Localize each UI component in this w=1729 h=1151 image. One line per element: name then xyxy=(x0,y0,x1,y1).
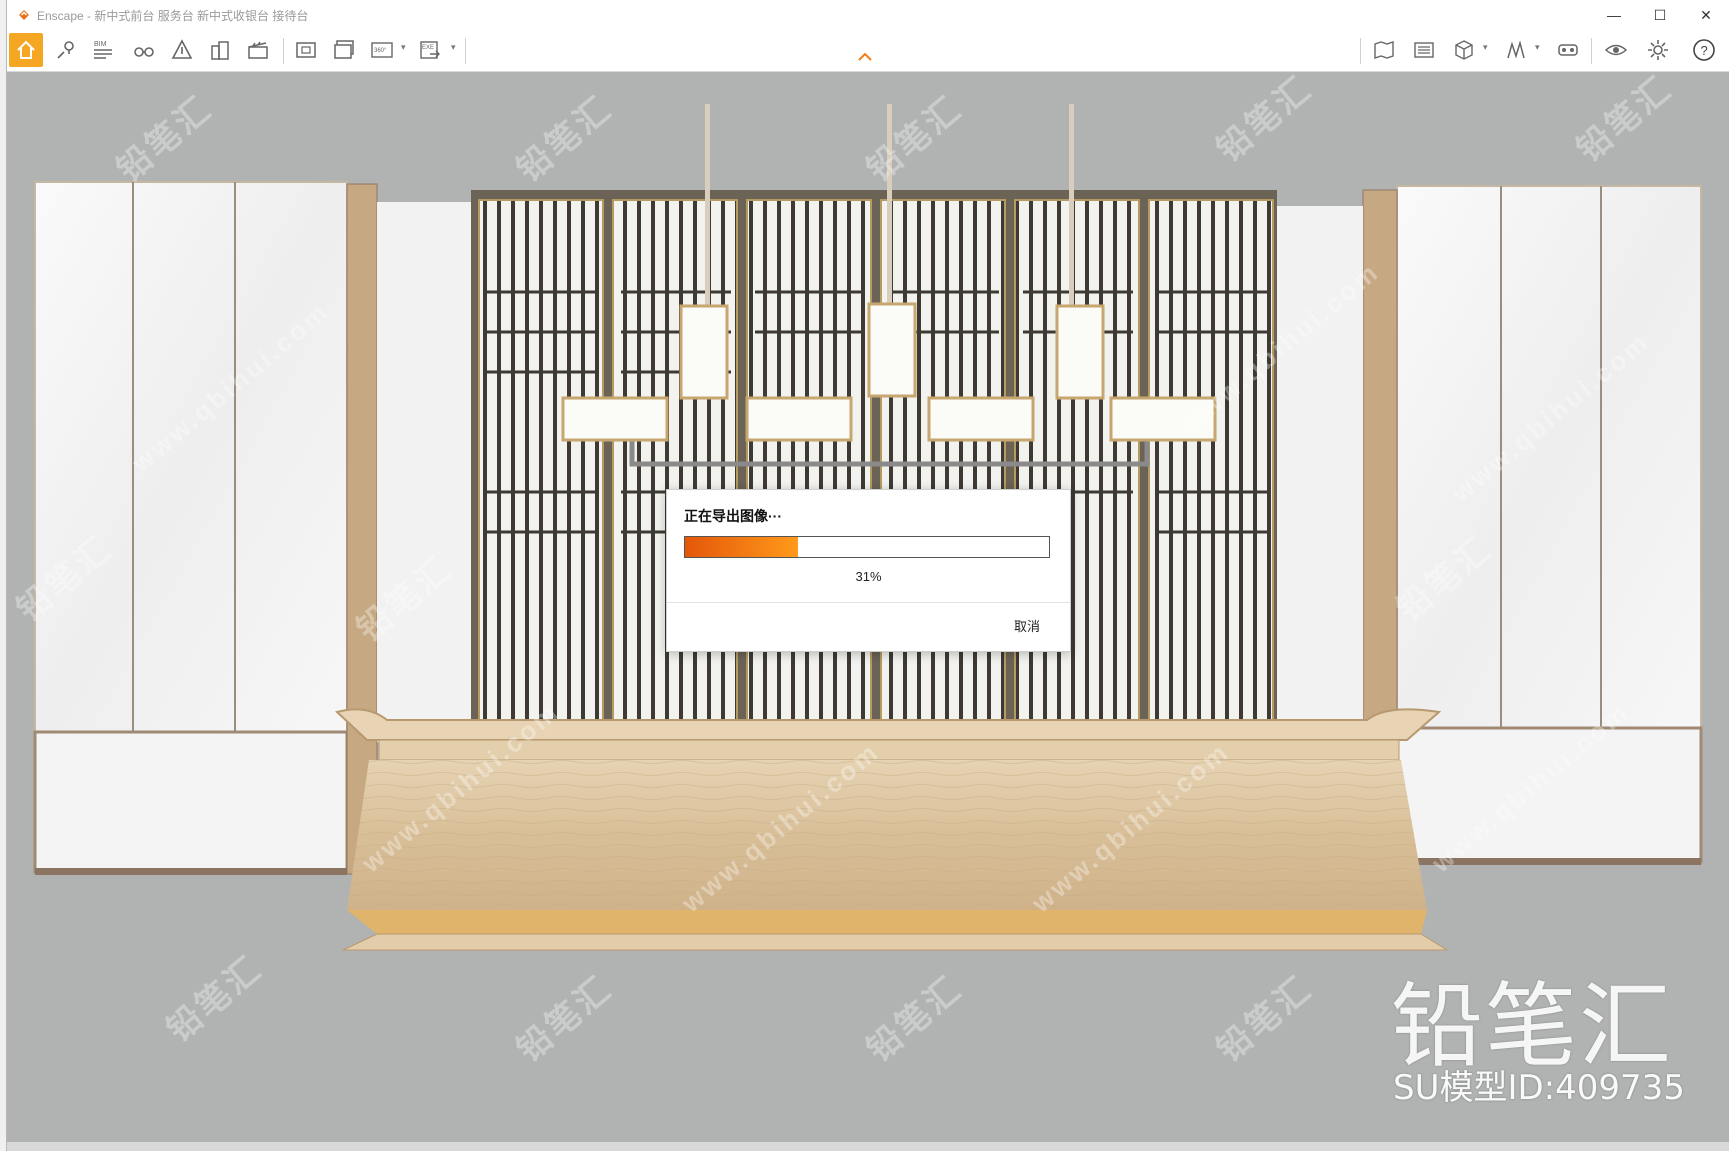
minimize-button[interactable]: — xyxy=(1591,0,1637,30)
settings-button[interactable] xyxy=(1641,33,1675,67)
main-toolbar: BIM 360° ▾ EXE ▾ ▾ ▾ ? xyxy=(7,30,1729,72)
svg-text:EXE: EXE xyxy=(422,45,434,51)
toolbar-separator xyxy=(465,38,466,64)
sketch-button[interactable] xyxy=(1499,33,1533,67)
window-title: Enscape - 新中式前台 服务台 新中式收银台 接待台 xyxy=(37,8,309,23)
views-button[interactable] xyxy=(49,33,83,67)
binoculars-icon xyxy=(134,47,154,57)
sketch-dropdown-caret[interactable]: ▾ xyxy=(1535,42,1540,53)
bim-icon: BIM xyxy=(94,41,112,59)
toolbar-separator xyxy=(1591,38,1592,64)
window-bottom-edge xyxy=(7,1142,1729,1151)
clapperboard-icon xyxy=(248,41,268,59)
export-exe-icon: EXE xyxy=(420,41,440,59)
video-editor-button[interactable] xyxy=(241,33,275,67)
asset-library-button[interactable] xyxy=(1447,33,1481,67)
title-bar: Enscape - 新中式前台 服务台 新中式收银台 接待台 — ☐ ✕ xyxy=(7,0,1729,30)
visual-settings-icon xyxy=(1414,42,1434,58)
asset-dropdown-caret[interactable]: ▾ xyxy=(1483,42,1488,53)
help-icon: ? xyxy=(1693,39,1715,61)
orbit-button[interactable] xyxy=(127,33,161,67)
model-id-label: SU模型ID:409735 xyxy=(1393,1068,1685,1108)
batch-render-button[interactable] xyxy=(327,33,361,67)
close-button[interactable]: ✕ xyxy=(1683,0,1729,30)
batch-render-icon xyxy=(334,40,354,59)
export-dropdown-caret[interactable]: ▾ xyxy=(451,42,456,53)
eye-icon xyxy=(1604,44,1628,56)
collapse-toolbar-chevron-icon[interactable] xyxy=(857,52,873,62)
window-controls: — ☐ ✕ xyxy=(1591,0,1729,30)
screenshot-button[interactable] xyxy=(289,33,323,67)
export-progress-dialog: 正在导出图像··· 31% 取消 xyxy=(666,489,1071,652)
export-progress-bar xyxy=(684,536,1050,558)
cancel-button[interactable]: 取消 xyxy=(1014,616,1040,635)
screenshot-icon xyxy=(296,42,316,58)
material-editor-button[interactable] xyxy=(1367,33,1401,67)
buildings-icon xyxy=(211,41,229,60)
dialog-divider xyxy=(667,602,1070,603)
enscape-logo-icon xyxy=(19,10,29,20)
svg-text:BIM: BIM xyxy=(94,41,107,48)
progress-percent: 31% xyxy=(855,569,882,584)
toolbar-separator xyxy=(283,38,284,64)
panorama-dropdown-caret[interactable]: ▾ xyxy=(401,42,406,53)
progress-fill xyxy=(685,537,798,557)
sketch-icon xyxy=(1507,40,1525,59)
svg-text:?: ? xyxy=(1701,43,1708,58)
buildings-button[interactable] xyxy=(203,33,237,67)
home-button[interactable] xyxy=(9,33,43,67)
panorama-button[interactable]: 360° xyxy=(365,33,399,67)
toolbar-separator xyxy=(1360,38,1361,64)
asset-library-icon xyxy=(1455,40,1473,60)
panorama-icon: 360° xyxy=(371,42,393,58)
visual-settings-button[interactable] xyxy=(1407,33,1441,67)
atmosphere-button[interactable] xyxy=(165,33,199,67)
bim-button[interactable]: BIM xyxy=(87,33,121,67)
enscape-window: Enscape - 新中式前台 服务台 新中式收银台 接待台 — ☐ ✕ BIM xyxy=(6,0,1729,1151)
material-editor-icon xyxy=(1374,41,1394,59)
vr-button[interactable] xyxy=(1551,33,1585,67)
help-button[interactable]: ? xyxy=(1687,33,1721,67)
export-button[interactable]: EXE xyxy=(413,33,447,67)
view-mode-button[interactable] xyxy=(1599,33,1633,67)
settings-gear-icon xyxy=(1648,40,1668,60)
render-viewport[interactable]: 铅笔汇 铅笔汇 铅笔汇 铅笔汇 铅笔汇 www.qbihui.com www.q… xyxy=(7,72,1729,1142)
atmosphere-icon xyxy=(171,39,193,59)
dialog-title: 正在导出图像··· xyxy=(684,508,782,524)
svg-text:360°: 360° xyxy=(374,48,387,54)
vr-headset-icon xyxy=(1558,44,1578,56)
maximize-button[interactable]: ☐ xyxy=(1637,0,1683,30)
map-pin-icon xyxy=(57,41,74,59)
home-icon xyxy=(17,40,35,59)
